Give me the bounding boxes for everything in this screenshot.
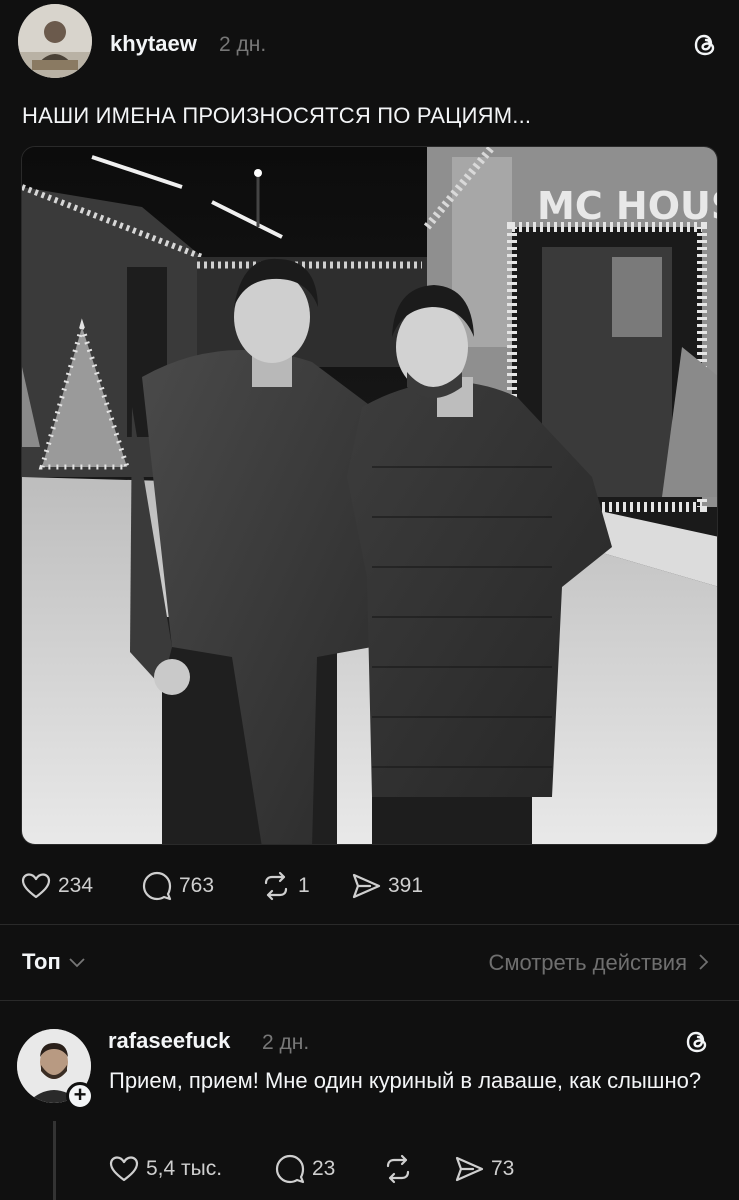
sort-label: Топ xyxy=(22,949,61,974)
share-button[interactable]: 391 xyxy=(350,868,423,904)
chevron-right-icon xyxy=(699,950,709,976)
comment-bubble-icon xyxy=(142,871,172,901)
send-icon xyxy=(352,873,381,899)
post-photo[interactable]: MC HOUSE xyxy=(21,146,718,845)
reply-item: + rafaseefuck 2 дн. Прием, прием! Мне од… xyxy=(0,1001,739,1200)
post-actions-bar: 234 763 1 391 xyxy=(20,868,720,904)
share-count: 391 xyxy=(388,874,424,897)
reply-actions-bar: 5,4 тыс. 23 73 xyxy=(108,1151,708,1187)
reply-like-count: 5,4 тыс. xyxy=(146,1157,223,1180)
chevron-down-icon xyxy=(69,952,85,973)
reply-repost-button[interactable] xyxy=(382,1151,414,1187)
threads-logo-icon[interactable] xyxy=(692,32,718,58)
like-count: 234 xyxy=(58,874,94,897)
repost-button[interactable]: 1 xyxy=(260,868,310,904)
post-author-username[interactable]: khytaew xyxy=(110,31,197,57)
post-timestamp: 2 дн. xyxy=(219,33,267,56)
comment-bubble-icon xyxy=(275,1154,305,1184)
reply-like-button[interactable]: 5,4 тыс. xyxy=(108,1151,222,1187)
post-header: khytaew 2 дн. xyxy=(18,4,723,80)
post-author-avatar[interactable] xyxy=(18,4,92,78)
follow-plus-button[interactable]: + xyxy=(66,1082,94,1110)
like-button[interactable]: 234 xyxy=(20,868,93,904)
repost-icon xyxy=(386,1154,410,1184)
plus-icon: + xyxy=(73,1082,87,1107)
reply-timestamp: 2 дн. xyxy=(262,1031,310,1054)
reply-share-button[interactable]: 73 xyxy=(453,1151,514,1187)
comment-count: 763 xyxy=(179,874,215,897)
thread-connector-line xyxy=(53,1121,56,1200)
reply-comment-count: 23 xyxy=(312,1157,336,1180)
threads-logo-icon[interactable] xyxy=(684,1029,710,1055)
comment-button[interactable]: 763 xyxy=(141,868,214,904)
reply-text: Прием, прием! Мне один куриный в лаваше,… xyxy=(109,1068,702,1093)
heart-icon xyxy=(21,873,51,899)
divider xyxy=(0,924,739,925)
reply-author-username[interactable]: rafaseefuck xyxy=(108,1028,230,1054)
send-icon xyxy=(455,1156,484,1182)
reply-share-count: 73 xyxy=(491,1157,515,1180)
post-text: НАШИ ИМЕНА ПРОИЗНОСЯТСЯ ПО РАЦИЯМ... xyxy=(22,103,532,128)
view-activity-link[interactable]: Смотреть действия xyxy=(488,950,709,976)
view-activity-label: Смотреть действия xyxy=(488,950,687,975)
repost-count: 1 xyxy=(298,874,310,897)
repost-icon xyxy=(264,871,288,901)
reply-comment-button[interactable]: 23 xyxy=(274,1151,335,1187)
sort-dropdown[interactable]: Топ xyxy=(22,949,85,975)
heart-icon xyxy=(109,1156,139,1182)
photo-sign: MC HOUSE xyxy=(537,184,718,228)
